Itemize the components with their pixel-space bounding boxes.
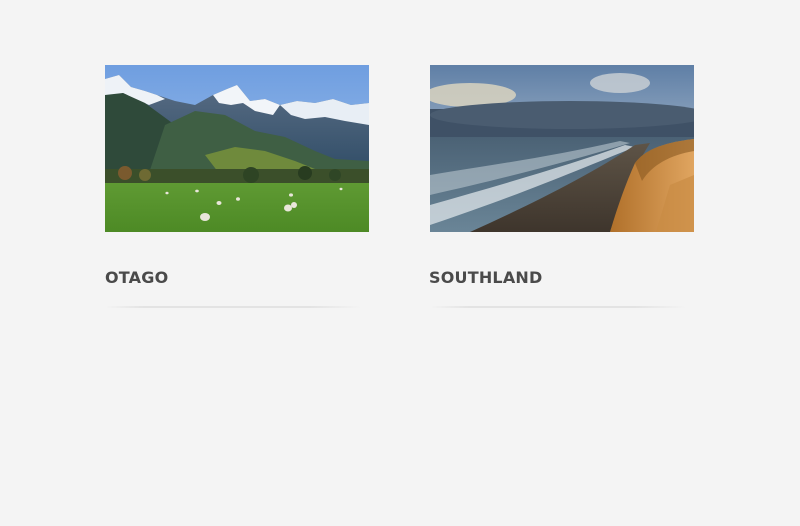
otago-photo-link[interactable]: [105, 65, 369, 232]
coastal-beach-cliffs-photo: [430, 65, 694, 232]
region-card-otago: OTAGO: [105, 65, 369, 308]
region-gallery: OTAGO SOUTHLAND: [0, 0, 800, 526]
divider: [105, 306, 361, 308]
southland-photo-link[interactable]: [430, 65, 694, 232]
region-title-otago[interactable]: OTAGO: [105, 268, 369, 292]
mountain-pasture-sheep-photo: [105, 65, 369, 232]
region-card-southland: SOUTHLAND: [429, 65, 694, 308]
divider: [430, 306, 686, 308]
region-title-southland[interactable]: SOUTHLAND: [429, 268, 694, 292]
